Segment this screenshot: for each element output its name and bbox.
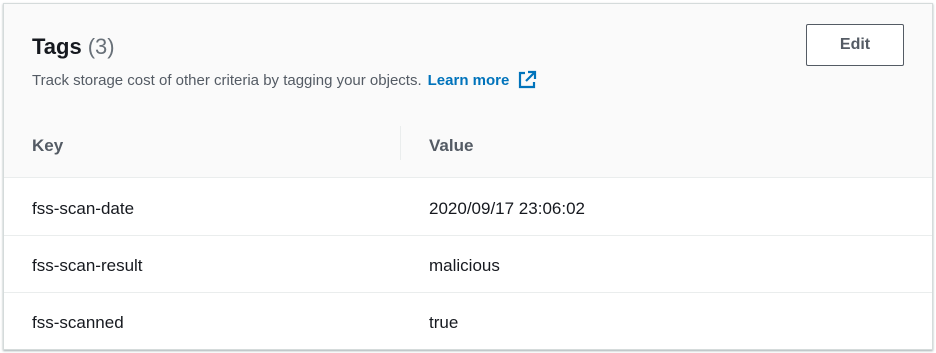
tag-key-cell: fss-scanned: [32, 313, 124, 332]
table-row: fss-scan-result malicious: [4, 236, 932, 293]
column-header-value[interactable]: Value: [429, 136, 473, 156]
table-row: fss-scan-date 2020/09/17 23:06:02: [4, 179, 932, 236]
table-row: fss-scanned true: [4, 293, 932, 349]
tag-key-cell: fss-scan-result: [32, 256, 143, 275]
title-row: Tags (3): [32, 34, 115, 60]
learn-more-link[interactable]: Learn more: [428, 72, 510, 89]
table-header-row: Key Value: [4, 122, 932, 178]
edit-button[interactable]: Edit: [806, 24, 904, 66]
tag-count: (3): [87, 34, 115, 59]
tags-panel: Tags (3) Track storage cost of other cri…: [3, 3, 933, 350]
tag-value-cell: malicious: [429, 256, 500, 275]
tag-value-cell: true: [429, 313, 459, 332]
panel-description: Track storage cost of other criteria by …: [32, 71, 422, 89]
external-link-icon[interactable]: [517, 70, 537, 90]
panel-title: Tags: [32, 34, 82, 59]
column-header-key[interactable]: Key: [32, 136, 63, 156]
panel-description-row: Track storage cost of other criteria by …: [32, 70, 537, 90]
tag-key-cell: fss-scan-date: [32, 199, 135, 218]
tag-value-cell: 2020/09/17 23:06:02: [429, 199, 585, 218]
table-body: fss-scan-date 2020/09/17 23:06:02 fss-sc…: [4, 179, 932, 349]
tags-header: Tags (3) Track storage cost of other cri…: [4, 4, 932, 178]
column-divider[interactable]: [400, 126, 401, 160]
